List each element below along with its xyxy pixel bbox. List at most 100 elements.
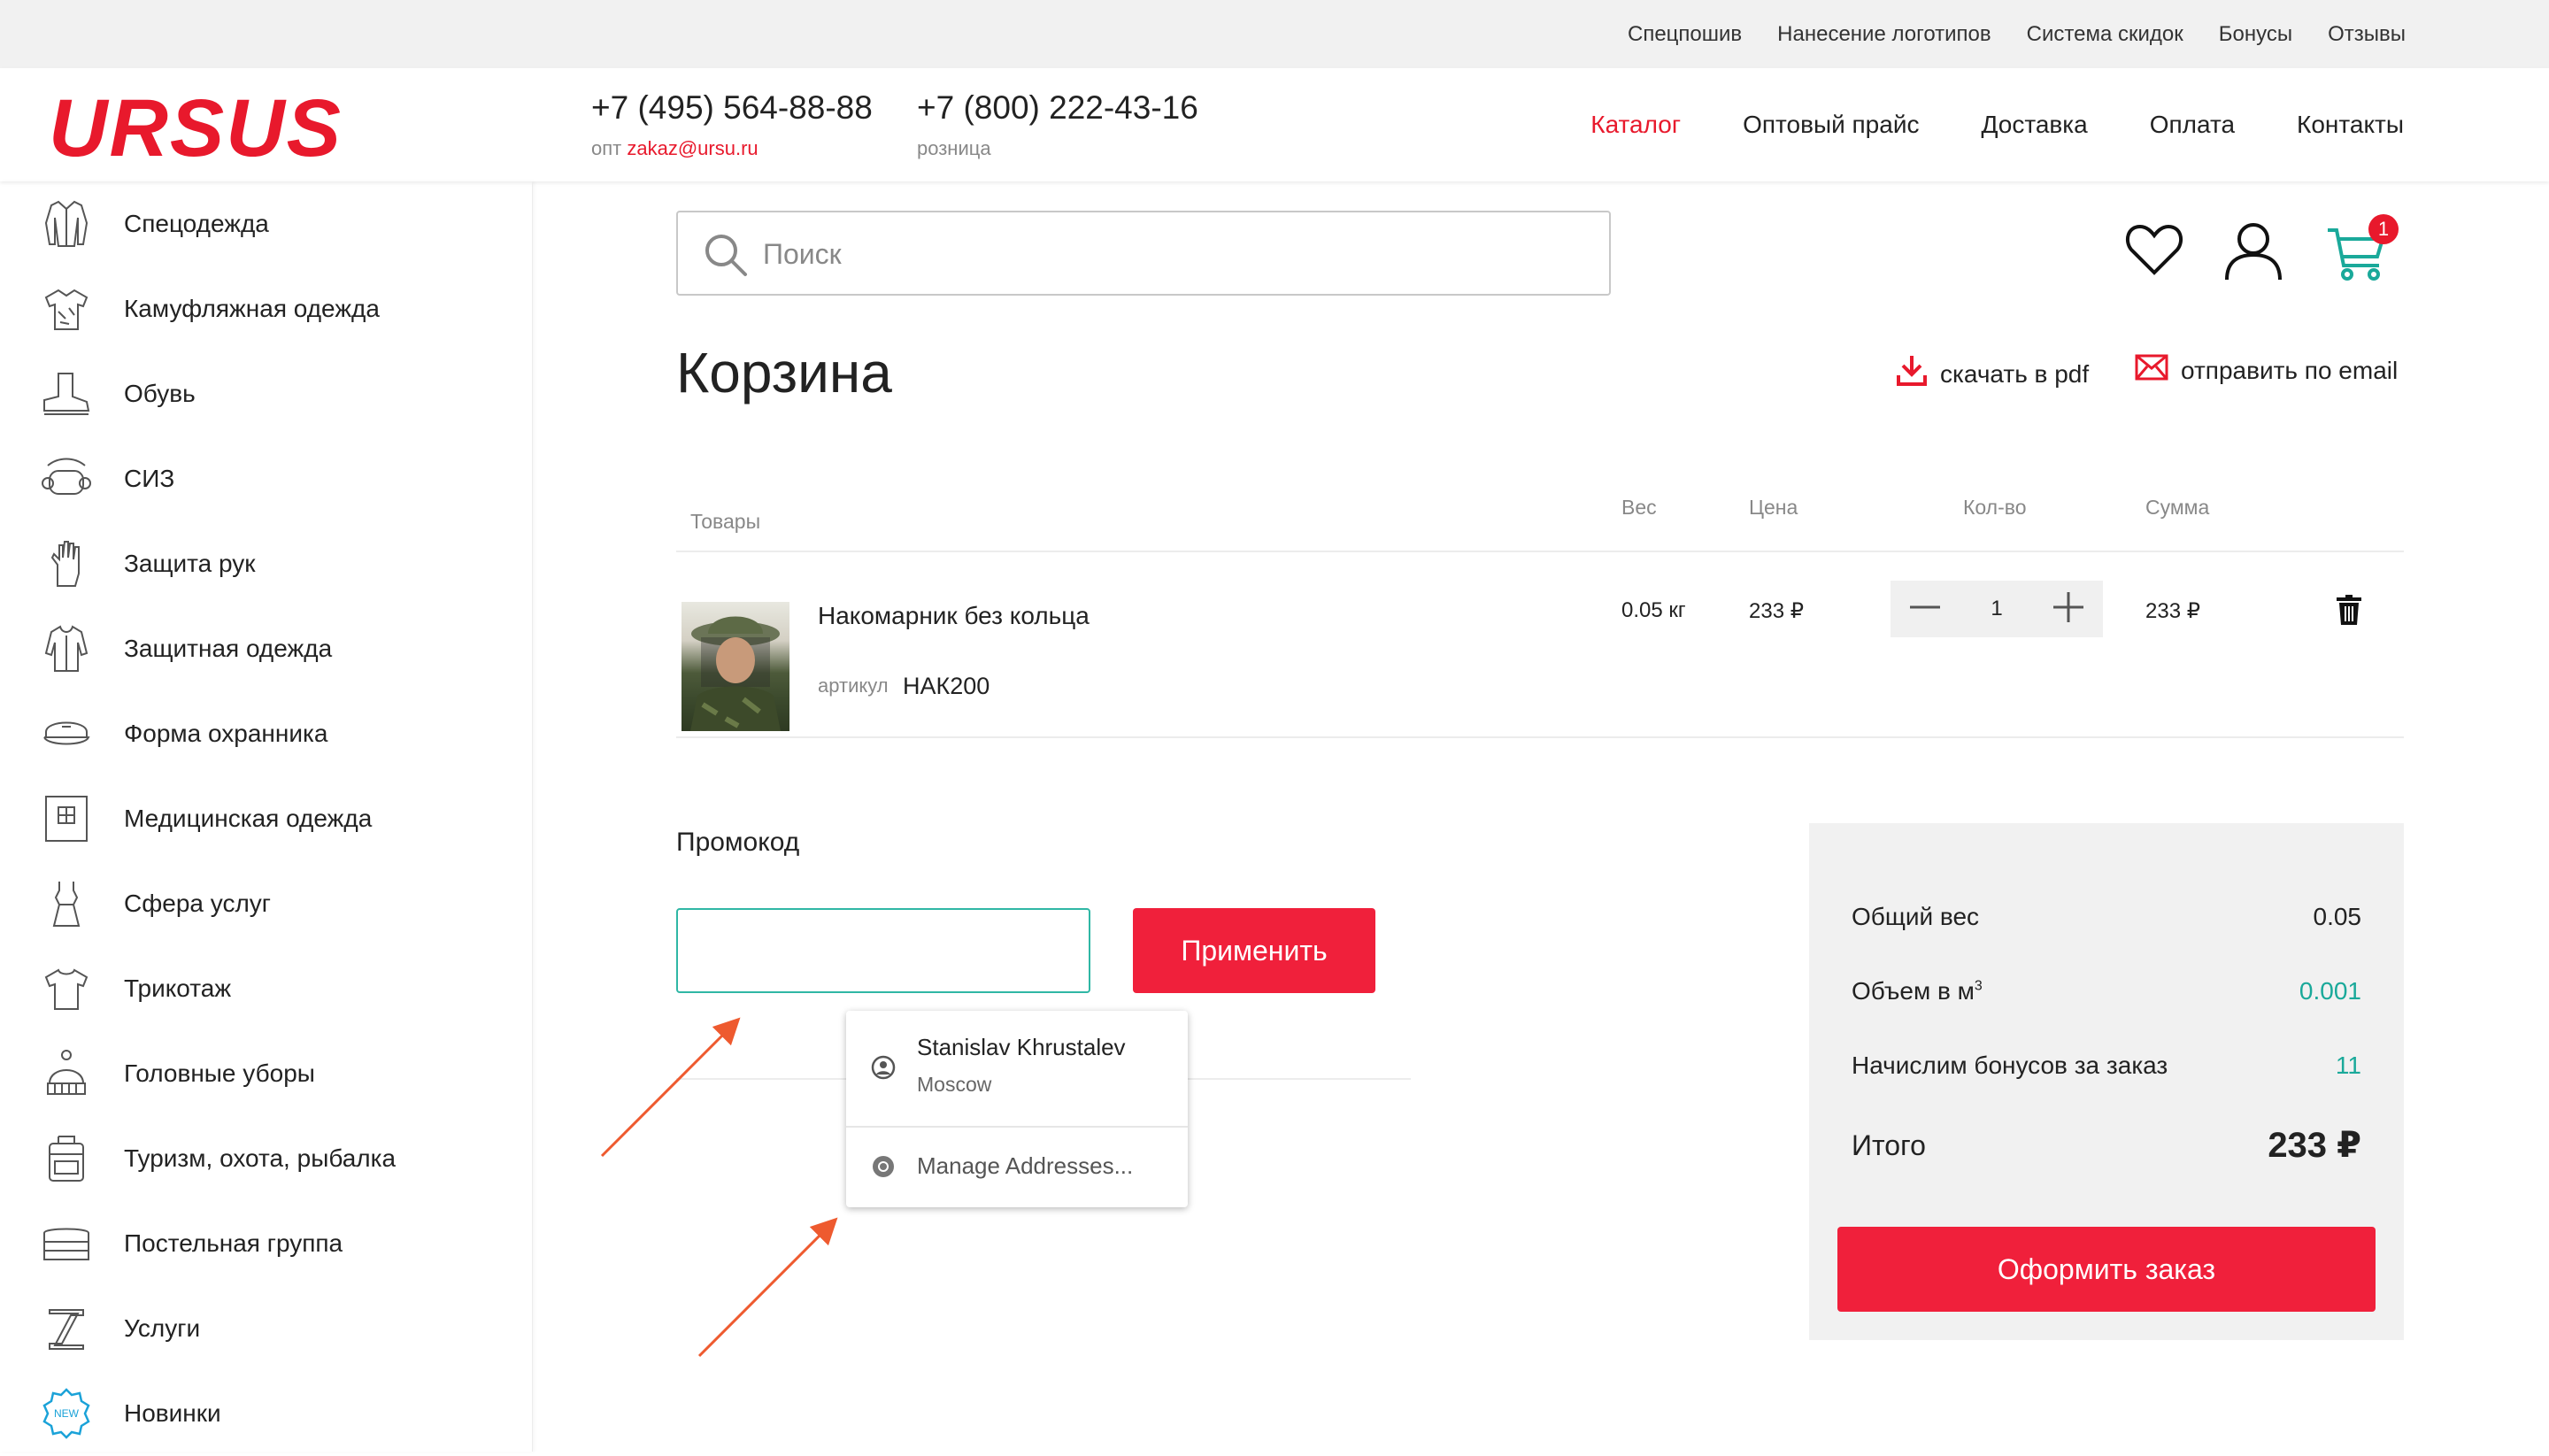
autofill-city: Moscow: [917, 1073, 992, 1096]
top-bar: Спецпошив Нанесение логотипов Система ск…: [0, 0, 2549, 68]
cart-icon[interactable]: 1: [2324, 214, 2399, 287]
sidebar-item-headwear[interactable]: Головные уборы: [0, 1031, 531, 1116]
sidebar-item-label: Камуфляжная одежда: [124, 295, 380, 322]
nav-wholesale-price[interactable]: Оптовый прайс: [1743, 111, 1919, 139]
product-price: 233 ₽: [1749, 599, 1804, 623]
top-link-custom-tailoring[interactable]: Спецпошив: [1628, 22, 1742, 47]
send-email-label: отправить по email: [2181, 356, 2399, 384]
manage-addresses-option[interactable]: Manage Addresses...: [846, 1128, 1188, 1207]
sidebar-item-workwear[interactable]: Спецодежда: [0, 181, 531, 266]
autofill-address-option[interactable]: Stanislav Khrustalev Moscow: [846, 1011, 1188, 1126]
decrease-button[interactable]: [1908, 590, 1942, 628]
total-value: 233 ₽: [2268, 1126, 2361, 1165]
retail-label: розница: [917, 137, 991, 159]
logo[interactable]: URSUS: [49, 88, 343, 169]
bonus-label: Начислим бонусов за заказ: [1852, 1052, 2168, 1079]
services-icon: [41, 1303, 92, 1354]
volume-label: Объем в м: [1852, 977, 1975, 1005]
sidebar-item-bedding[interactable]: Постельная группа: [0, 1201, 531, 1286]
phone-wholesale-block: +7 (495) 564-88-88 опт zakaz@ursu.ru: [591, 89, 873, 160]
sidebar-item-new[interactable]: NEW Новинки: [0, 1371, 531, 1456]
main-nav: Каталог Оптовый прайс Доставка Оплата Ко…: [1590, 68, 2404, 181]
increase-button[interactable]: [2052, 590, 2085, 628]
table-divider: [676, 736, 2404, 738]
table-divider: [676, 551, 2404, 552]
sidebar-item-tourism[interactable]: Туризм, охота, рыбалка: [0, 1116, 531, 1201]
phone-retail-block: +7 (800) 222-43-16 розница: [917, 89, 1198, 160]
sidebar-item-label: Постельная группа: [124, 1229, 343, 1257]
category-sidebar: Спецодежда Камуфляжная одежда Обувь СИЗ …: [0, 181, 533, 1452]
user-account-icon[interactable]: [2222, 220, 2285, 288]
promo-code-input[interactable]: [676, 908, 1090, 993]
download-icon: [1896, 354, 1928, 394]
checkout-button[interactable]: Оформить заказ: [1837, 1227, 2376, 1312]
camo-shirt-icon: [41, 283, 92, 335]
medical-icon: [41, 793, 92, 844]
download-pdf-button[interactable]: скачать в pdf: [1896, 354, 2089, 394]
quantity-value[interactable]: 1: [1991, 597, 2002, 621]
nav-contacts[interactable]: Контакты: [2297, 111, 2404, 139]
autofill-name: Stanislav Khrustalev: [917, 1034, 1126, 1060]
jacket-icon: [41, 198, 92, 250]
annotation-arrow: [697, 1217, 838, 1358]
sidebar-item-knitwear[interactable]: Трикотаж: [0, 946, 531, 1031]
nav-delivery[interactable]: Доставка: [1981, 111, 2087, 139]
sidebar-item-ppe[interactable]: СИЗ: [0, 436, 531, 521]
product-weight: 0.05 кг: [1621, 598, 1686, 622]
sidebar-item-label: Новинки: [124, 1399, 221, 1427]
sidebar-item-protective-clothing[interactable]: Защитная одежда: [0, 606, 531, 691]
product-name[interactable]: Накомарник без кольца: [818, 602, 1090, 630]
article-label: артикул: [818, 674, 889, 697]
total-label: Итого: [1852, 1129, 1926, 1161]
sidebar-item-hand-protection[interactable]: Защита рук: [0, 521, 531, 606]
trash-icon[interactable]: [2337, 595, 2361, 629]
search-input[interactable]: [763, 230, 1559, 278]
phone-retail[interactable]: +7 (800) 222-43-16: [917, 89, 1198, 127]
email-icon: [2135, 354, 2168, 387]
boot-icon: [41, 368, 92, 420]
column-header-price: Цена: [1749, 496, 1798, 519]
nav-catalog[interactable]: Каталог: [1590, 111, 1681, 139]
sidebar-item-footwear[interactable]: Обувь: [0, 351, 531, 436]
top-link-discounts[interactable]: Система скидок: [2027, 22, 2183, 47]
promo-label: Промокод: [676, 828, 800, 857]
apply-promo-button[interactable]: Применить: [1133, 908, 1375, 993]
article-value: НАК200: [903, 673, 990, 699]
sidebar-item-label: СИЗ: [124, 465, 175, 492]
sidebar-item-label: Сфера услуг: [124, 890, 271, 917]
send-email-button[interactable]: отправить по email: [2135, 354, 2398, 387]
column-header-goods: Товары: [690, 510, 761, 533]
search-icon[interactable]: [703, 232, 749, 282]
cart-count-badge: 1: [2368, 214, 2399, 244]
sidebar-item-label: Защитная одежда: [124, 635, 333, 662]
top-link-logo-printing[interactable]: Нанесение логотипов: [1777, 22, 1991, 47]
product-image[interactable]: [682, 602, 789, 731]
bedding-icon: [41, 1218, 92, 1269]
sidebar-item-label: Туризм, охота, рыбалка: [124, 1144, 397, 1172]
sidebar-item-camo[interactable]: Камуфляжная одежда: [0, 266, 531, 351]
favorites-icon[interactable]: [2124, 220, 2184, 284]
total-weight-label: Общий вес: [1852, 903, 1980, 930]
guard-cap-icon: [41, 708, 92, 759]
top-link-bonuses[interactable]: Бонусы: [2219, 22, 2292, 47]
sidebar-item-label: Услуги: [124, 1314, 201, 1342]
backpack-icon: [41, 1133, 92, 1184]
nav-payment[interactable]: Оплата: [2150, 111, 2235, 139]
svg-text:NEW: NEW: [54, 1407, 80, 1420]
sidebar-item-label: Спецодежда: [124, 210, 269, 237]
sidebar-item-label: Медицинская одежда: [124, 805, 373, 832]
sidebar-item-services[interactable]: Услуги: [0, 1286, 531, 1371]
product-sum: 233 ₽: [2145, 599, 2200, 623]
phone-wholesale[interactable]: +7 (495) 564-88-88: [591, 89, 873, 127]
sidebar-item-label: Форма охранника: [124, 720, 328, 747]
tshirt-icon: [41, 963, 92, 1014]
chrome-icon: [871, 1154, 896, 1183]
glove-icon: [41, 538, 92, 589]
column-header-weight: Вес: [1621, 496, 1657, 519]
email-link[interactable]: zakaz@ursu.ru: [627, 137, 758, 159]
volume-unit-sup: 3: [1974, 978, 1983, 994]
top-link-reviews[interactable]: Отзывы: [2328, 22, 2406, 47]
sidebar-item-services-sector[interactable]: Сфера услуг: [0, 861, 531, 946]
sidebar-item-medical[interactable]: Медицинская одежда: [0, 776, 531, 861]
sidebar-item-guard-uniform[interactable]: Форма охранника: [0, 691, 531, 776]
